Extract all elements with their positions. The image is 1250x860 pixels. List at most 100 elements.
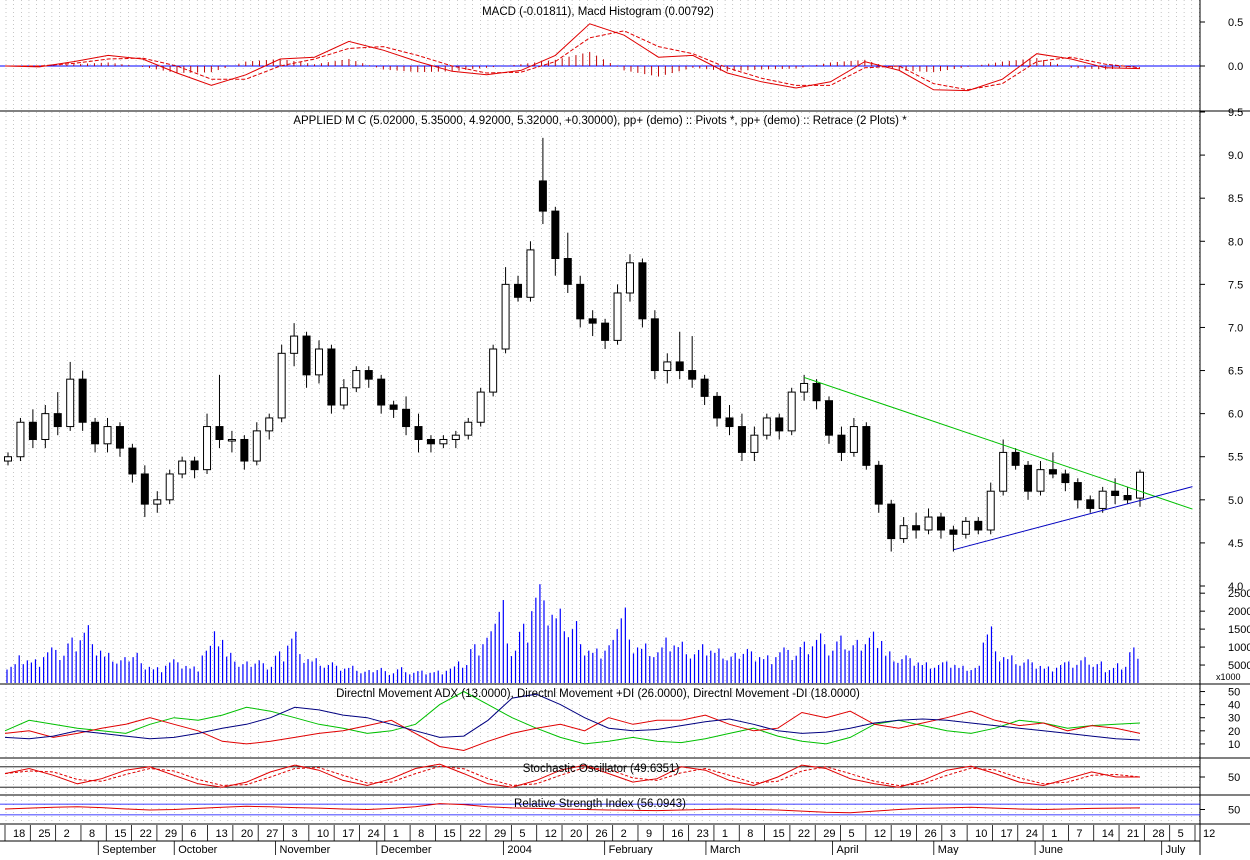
candle-body: [489, 348, 498, 393]
candle-body: [277, 352, 286, 419]
candle-body: [812, 382, 821, 402]
x-tick-label: 19: [899, 828, 911, 840]
candle-body: [426, 438, 435, 445]
candle-body: [464, 421, 473, 436]
x-tick-label: 13: [216, 828, 228, 840]
candle-body: [551, 210, 560, 260]
candle-body: [190, 460, 199, 471]
candle-body: [514, 283, 523, 298]
month-label: May: [938, 844, 959, 855]
candle-body: [837, 434, 846, 453]
y-tick-label: 6.5: [1228, 366, 1243, 378]
y-tick-label: 9.5: [1228, 107, 1243, 119]
y-tick-label: 25000: [1228, 588, 1250, 600]
candle-body: [999, 451, 1008, 492]
candle-body: [1036, 469, 1045, 492]
candle-body: [4, 456, 12, 462]
candle-body: [625, 262, 634, 294]
candle-body: [825, 400, 834, 436]
candle-body: [924, 516, 933, 531]
candle-body: [874, 464, 883, 505]
x-tick-label: 16: [671, 828, 683, 840]
candle-body: [1136, 471, 1144, 499]
x-tick-label: 24: [367, 828, 379, 840]
candle-body: [302, 335, 311, 376]
candle-body: [849, 426, 858, 453]
candle-body: [974, 520, 983, 531]
candle-body: [327, 348, 336, 406]
x-tick-label: 7: [1076, 828, 1082, 840]
y-tick-label: 10: [1228, 739, 1240, 751]
candle-body: [750, 434, 759, 453]
candle-body: [1061, 473, 1070, 484]
x-tick-label: 12: [1203, 828, 1215, 840]
candle-body: [688, 370, 697, 380]
candle-body: [601, 322, 610, 341]
x-tick-label: 20: [570, 828, 582, 840]
candle-body: [339, 387, 348, 406]
x-tick-label: 18: [13, 828, 25, 840]
candle-body: [887, 503, 896, 540]
y-tick-label: 10000: [1228, 642, 1250, 654]
stoch-title: Stochastic Oscillator (49.6351): [523, 763, 680, 775]
y-tick-label: 5000: [1228, 660, 1250, 672]
x-tick-label: 5: [1178, 828, 1184, 840]
y-tick-label: 6.0: [1228, 409, 1243, 421]
y-tick-label: 8.0: [1228, 236, 1243, 248]
x-tick-label: 21: [1127, 828, 1139, 840]
x-tick-label: 1: [722, 828, 728, 840]
month-label: February: [609, 844, 654, 855]
candle-body: [1048, 469, 1057, 475]
x-tick-label: 20: [241, 828, 253, 840]
x-tick-label: 1: [393, 828, 399, 840]
y-tick-label: 5.0: [1228, 495, 1243, 507]
candle-body: [103, 426, 112, 445]
x-tick-label: 2: [64, 828, 70, 840]
y-tick-label: 4.5: [1228, 538, 1243, 550]
month-label: July: [1166, 844, 1186, 855]
candle-body: [899, 525, 908, 540]
candle-body: [314, 348, 323, 376]
candle-body: [476, 391, 485, 423]
candle-body: [41, 413, 50, 440]
candle-body: [203, 426, 212, 471]
candle-body: [227, 438, 236, 442]
x-tick-label: 17: [1000, 828, 1012, 840]
candle-body: [613, 292, 622, 341]
candle-body: [28, 421, 37, 440]
y-tick-label: 50: [1228, 805, 1240, 817]
candle-body: [663, 361, 672, 372]
candle-body: [165, 473, 174, 501]
dmi-title: Directnl Movement ADX (13.0000), Directn…: [336, 688, 860, 700]
x-tick-label: 26: [595, 828, 607, 840]
x-tick-label: 25: [38, 828, 50, 840]
y-tick-label: 50: [1228, 687, 1240, 699]
x-tick-label: 10: [975, 828, 987, 840]
x-tick-label: 3: [950, 828, 956, 840]
candle-body: [538, 180, 547, 212]
candle-body: [576, 283, 585, 320]
candle-body: [912, 525, 921, 531]
x-tick-label: 6: [190, 828, 196, 840]
x-tick-label: 8: [89, 828, 95, 840]
candle-body: [439, 438, 448, 445]
candle-body: [66, 378, 75, 428]
candle-body: [961, 520, 970, 535]
y-tick-label: 8.5: [1228, 193, 1243, 205]
x-tick-label: 22: [469, 828, 481, 840]
candle-body: [725, 417, 734, 428]
candle-body: [1086, 499, 1095, 509]
x-tick-label: 23: [697, 828, 709, 840]
y-tick-label: 5.5: [1228, 452, 1243, 464]
x-tick-label: 12: [545, 828, 557, 840]
candle-body: [1098, 490, 1107, 509]
candle-body: [153, 499, 162, 505]
candle-body: [78, 378, 87, 423]
candle-body: [1111, 490, 1120, 497]
month-label: June: [1039, 844, 1063, 855]
x-tick-label: 15: [114, 828, 126, 840]
y-tick-label: 20000: [1228, 606, 1250, 618]
y-tick-label: 7.0: [1228, 322, 1243, 334]
candle-body: [178, 460, 187, 475]
candle-body: [675, 361, 684, 372]
